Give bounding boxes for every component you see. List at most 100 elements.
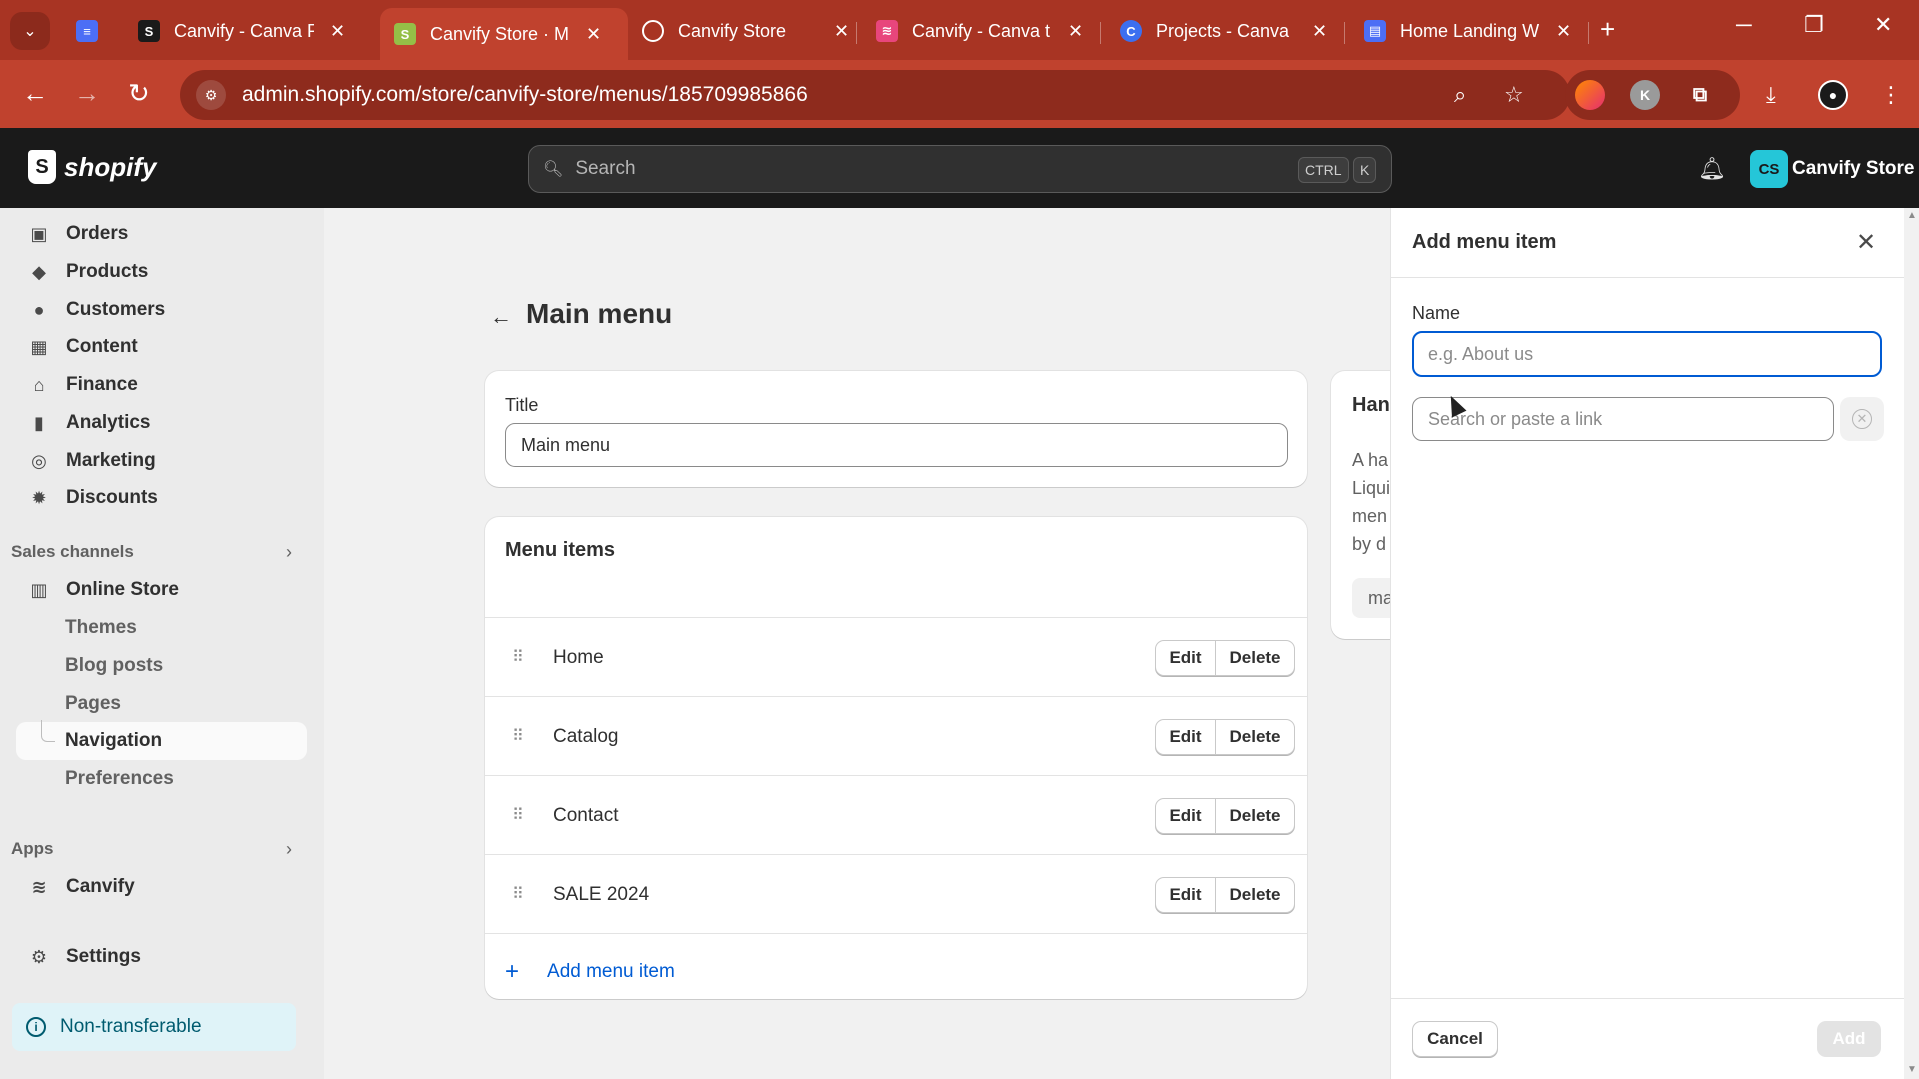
menu-item-actions: Edit Delete [1155,798,1295,834]
shopify-logo[interactable]: S shopify [28,150,156,184]
canvify-icon: ≋ [876,20,898,42]
store-icon: ▥ [30,579,48,600]
store-name[interactable]: Canvify Store [1792,158,1914,180]
tab-canvify-canva-t[interactable]: ≋ Canvify - Canva t ✕ [862,10,1102,52]
store-avatar[interactable]: CS [1750,150,1788,188]
edit-button[interactable]: Edit [1156,878,1216,912]
logo-text: shopify [64,151,157,182]
bell-icon[interactable]: 🔔︎ [1698,156,1726,182]
tab-canvify-store[interactable]: Canvify Store ✕ [628,10,868,52]
panel-title: Add menu item [1412,231,1557,253]
restore-icon[interactable]: ❐ [1804,12,1824,38]
scroll-up-arrow-icon[interactable]: ▲ [1907,210,1917,221]
puzzle-icon[interactable]: ⧉ [1685,80,1715,110]
reload-icon[interactable]: ↻ [128,78,150,109]
sidebar-item-finance[interactable]: ⌂ Finance [28,370,138,400]
title-label: Title [505,395,539,415]
tab-home-landing[interactable]: ▤ Home Landing W ✕ [1350,10,1590,52]
tab-docs[interactable]: ≡ [64,10,110,52]
shopify-bag-icon: S [28,150,56,184]
tab-search-button[interactable]: ⌄ [10,12,50,50]
forward-icon[interactable]: → [74,78,100,109]
add-menu-item-link[interactable]: + Add menu item [505,958,675,986]
sidebar-sub-preferences[interactable]: Preferences [65,768,174,790]
back-arrow-icon[interactable]: ← [490,304,512,330]
search-input[interactable]: 🔍︎ Search [528,145,1392,193]
non-transferable-banner[interactable]: i Non-transferable [12,1003,296,1051]
avatar[interactable]: ● [1818,80,1848,110]
cancel-button[interactable]: Cancel [1412,1021,1498,1057]
search-icon: 🔍︎ [543,161,564,178]
drag-handle-icon[interactable]: ⠿ [512,805,524,825]
orders-icon: ▣ [30,223,48,244]
shortcut-ctrl: CTRL [1298,157,1349,183]
sidebar-item-online-store[interactable]: ▥ Online Store [28,575,179,605]
zoom-icon[interactable]: ⌕ [1454,82,1466,108]
drag-handle-icon[interactable]: ⠿ [512,726,524,746]
delete-button[interactable]: Delete [1216,878,1294,912]
sidebar-item-label: Online Store [66,579,179,600]
bookmark-star-icon[interactable]: ☆ [1504,82,1524,108]
drag-handle-icon[interactable]: ⠿ [512,647,524,667]
delete-button[interactable]: Delete [1216,720,1294,754]
close-icon[interactable]: ✕ [1068,21,1083,42]
delete-button[interactable]: Delete [1216,641,1294,675]
site-info-icon[interactable]: ⚙ [196,80,226,110]
close-icon[interactable]: ✕ [1556,21,1571,42]
close-window-icon[interactable]: ✕ [1874,12,1892,38]
drag-handle-icon[interactable]: ⠿ [512,884,524,904]
sidebar-item-content[interactable]: ▦ Content [28,332,137,362]
add-menu-item-label: Add menu item [547,961,675,982]
sidebar-item-marketing[interactable]: ◎ Marketing [28,446,156,476]
handle-text-line: Liqui [1352,478,1391,498]
edit-button[interactable]: Edit [1156,720,1216,754]
handle-text-line: men [1352,506,1388,526]
edit-button[interactable]: Edit [1156,799,1216,833]
close-icon[interactable]: ✕ [1312,21,1327,42]
delete-button[interactable]: Delete [1216,799,1294,833]
address-bar[interactable]: ⚙ admin.shopify.com/store/canvify-store/… [180,70,1570,120]
profile-k-icon[interactable]: K [1630,80,1660,110]
menu-item-actions: Edit Delete [1155,640,1295,676]
minimize-icon[interactable]: ─ [1736,12,1752,38]
close-icon[interactable]: ✕ [1856,228,1876,257]
link-search-input[interactable] [1412,397,1834,441]
sidebar-item-settings[interactable]: ⚙ Settings [28,942,141,972]
tree-connector [41,720,55,742]
sidebar-item-products[interactable]: ◆ Products [28,257,148,287]
menu-items-card [485,517,1307,999]
target-icon: ◎ [31,450,47,471]
sidebar-sub-navigation[interactable]: Navigation [16,722,307,760]
clear-link-button[interactable]: ✕ [1840,397,1884,441]
tab-projects-canva[interactable]: C Projects - Canva ✕ [1106,10,1346,52]
chevron-right-icon[interactable]: › [286,542,292,563]
kebab-menu-icon[interactable]: ⋮ [1880,82,1902,108]
close-icon[interactable]: ✕ [834,21,849,42]
download-icon[interactable]: ⤓ [1766,82,1776,108]
add-button[interactable]: Add [1817,1021,1881,1057]
new-tab-plus-icon[interactable]: + [1600,14,1615,45]
edit-button[interactable]: Edit [1156,641,1216,675]
sidebar-item-discounts[interactable]: ✹ Discounts [28,483,157,513]
back-icon[interactable]: ← [22,78,48,109]
tab-canvify-store-menus[interactable]: S Canvify Store · M ✕ [380,8,628,60]
sidebar-sub-themes[interactable]: Themes [65,617,137,639]
sidebar-item-orders[interactable]: ▣ Orders [28,219,128,249]
title-input[interactable]: Main menu [505,423,1288,467]
sidebar-item-analytics[interactable]: ▮ Analytics [28,408,150,438]
tag-icon: ◆ [32,261,46,282]
handle-heading: Han [1352,394,1390,416]
chevron-right-icon[interactable]: › [286,839,292,860]
sidebar-sub-pages[interactable]: Pages [65,693,121,715]
extension-icon[interactable] [1575,80,1605,110]
tab-canvify-canva-p[interactable]: S Canvify - Canva P ✕ [124,10,364,52]
name-input[interactable] [1412,331,1882,377]
close-icon[interactable]: ✕ [586,24,601,45]
sales-channels-heading: Sales channels [11,542,134,561]
scrollbar[interactable] [1904,208,1919,1079]
sidebar-item-canvify[interactable]: ≋ Canvify [28,872,134,902]
sidebar-sub-blog-posts[interactable]: Blog posts [65,655,163,677]
close-icon[interactable]: ✕ [330,21,345,42]
scroll-down-arrow-icon[interactable]: ▼ [1907,1064,1917,1075]
sidebar-item-customers[interactable]: ● Customers [28,295,166,325]
